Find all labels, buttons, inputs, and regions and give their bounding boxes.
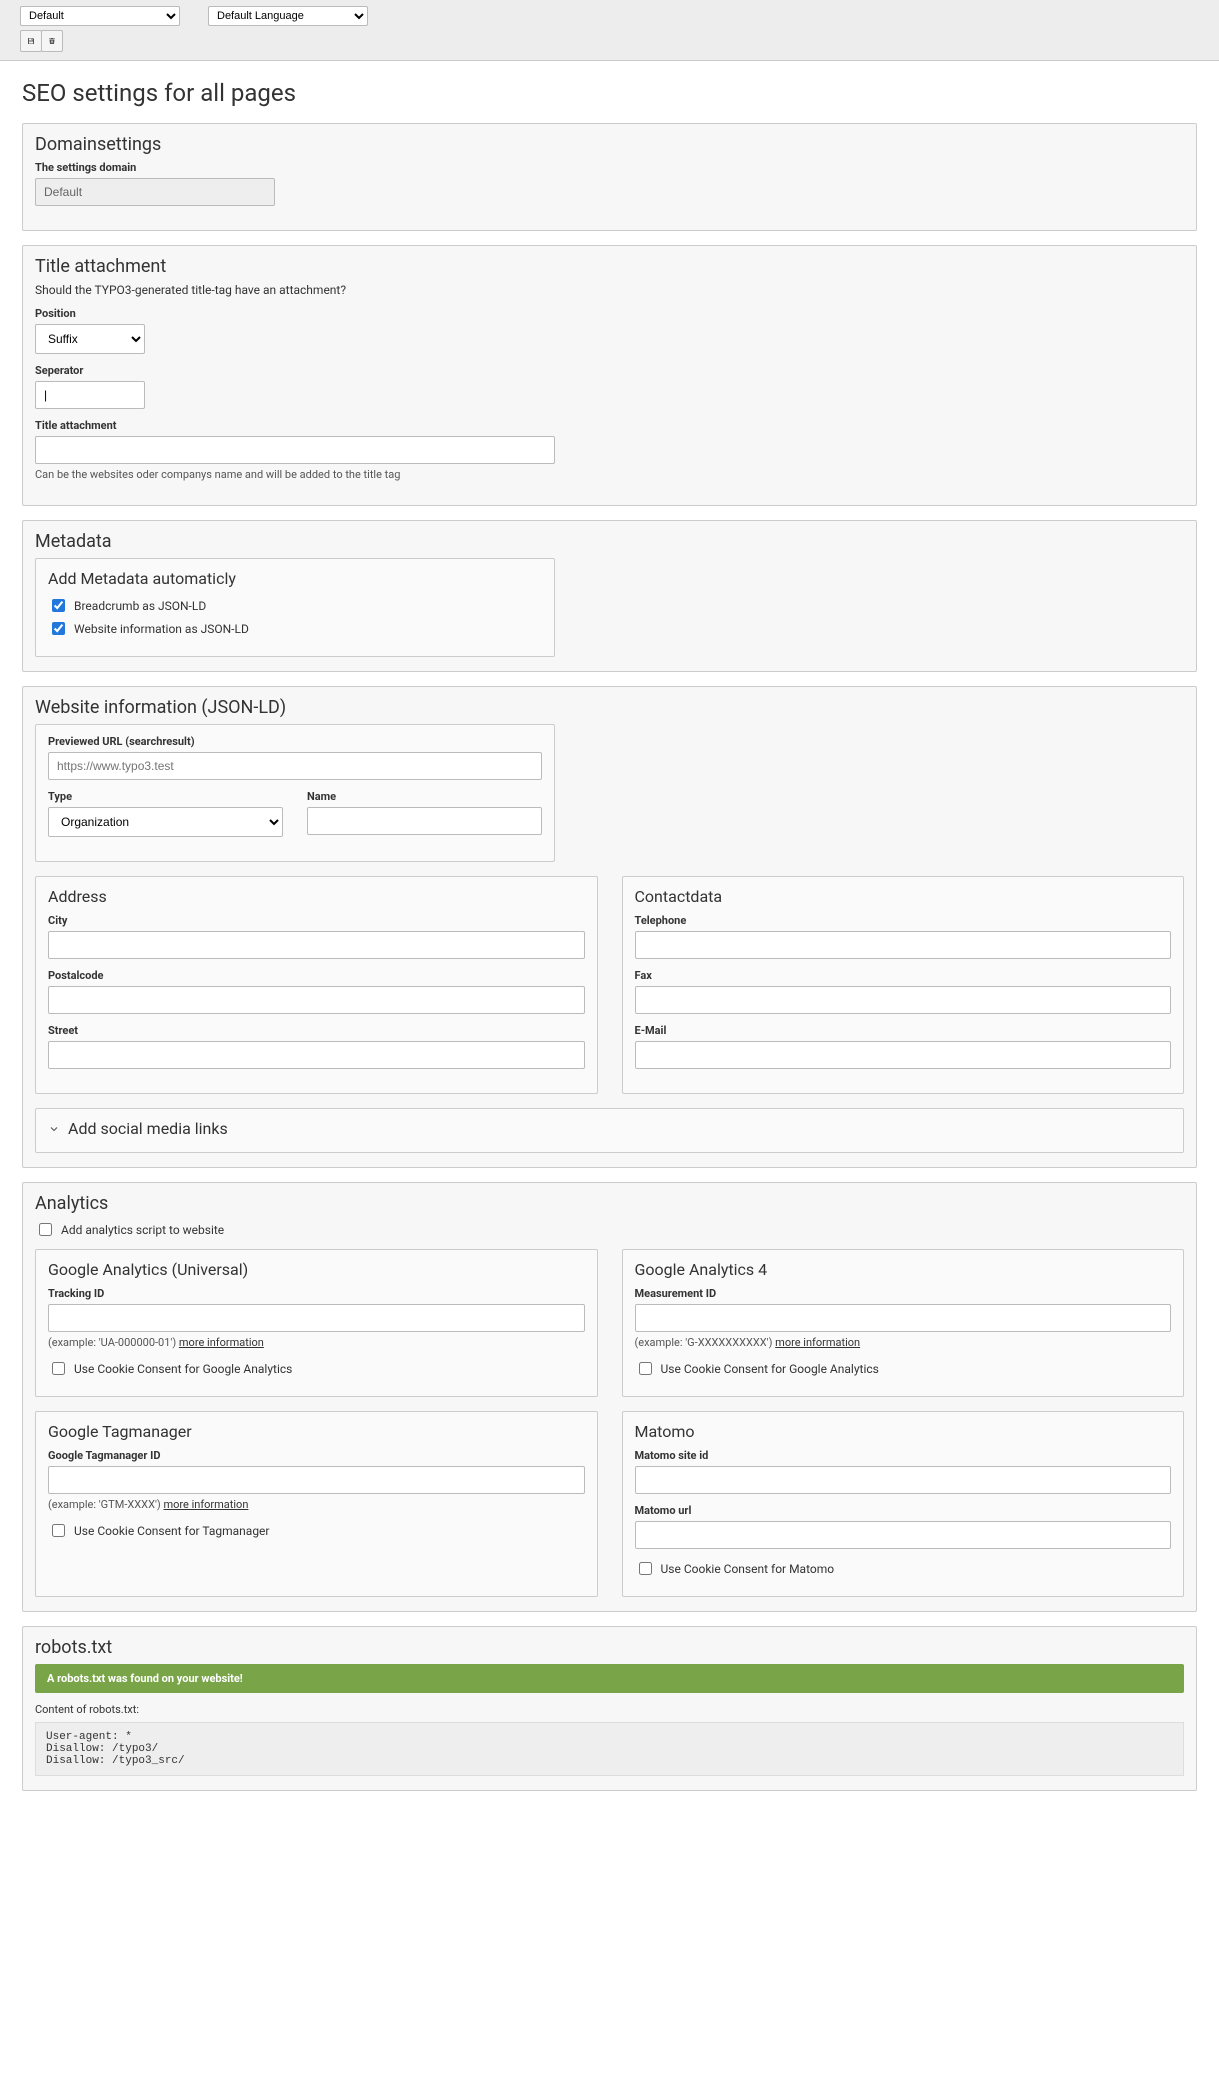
city-input[interactable] [48, 931, 585, 959]
panel-robots: robots.txt A robots.txt was found on you… [22, 1626, 1197, 1791]
ga-universal-heading: Google Analytics (Universal) [48, 1260, 585, 1279]
postal-input[interactable] [48, 986, 585, 1014]
panel-address: Address City Postalcode Street [35, 876, 598, 1094]
gtm-consent-label: Use Cookie Consent for Tagmanager [74, 1524, 269, 1538]
social-links-heading: Add social media links [68, 1119, 228, 1138]
position-select[interactable]: Suffix [35, 324, 145, 354]
matomo-site-input[interactable] [635, 1466, 1172, 1494]
matomo-heading: Matomo [635, 1422, 1172, 1441]
metadata-sub-heading: Add Metadata automaticly [48, 569, 542, 588]
phone-label: Telephone [635, 914, 1172, 927]
ga-universal-example: (example: 'UA-000000-01') [48, 1336, 176, 1349]
add-analytics-label: Add analytics script to website [61, 1223, 224, 1237]
chevron-down-icon [48, 1123, 60, 1135]
panel-matomo: Matomo Matomo site id Matomo url Use Coo… [622, 1411, 1185, 1597]
domainsettings-heading: Domainsettings [35, 134, 1184, 155]
websiteinfo-label: Website information as JSON-LD [74, 622, 249, 636]
ga4-heading: Google Analytics 4 [635, 1260, 1172, 1279]
street-label: Street [48, 1024, 585, 1037]
websiteinfo-heading: Website information (JSON-LD) [35, 697, 1184, 718]
gtm-id-input[interactable] [48, 1466, 585, 1494]
gtm-id-label: Google Tagmanager ID [48, 1449, 585, 1462]
metadata-heading: Metadata [35, 531, 1184, 552]
language-select[interactable]: Default Language [208, 6, 368, 26]
gtm-more-link[interactable]: more information [163, 1498, 248, 1511]
robots-found-alert: A robots.txt was found on your website! [35, 1664, 1184, 1693]
panel-metadata: Metadata Add Metadata automaticly Breadc… [22, 520, 1197, 672]
breadcrumb-checkbox[interactable] [52, 599, 65, 612]
name-label: Name [307, 790, 542, 803]
save-icon [27, 34, 35, 48]
position-label: Position [35, 307, 145, 320]
ga4-example: (example: 'G-XXXXXXXXXX') [635, 1336, 773, 1349]
measurement-id-input[interactable] [635, 1304, 1172, 1332]
matomo-url-input[interactable] [635, 1521, 1172, 1549]
social-links-toggle[interactable]: Add social media links [48, 1119, 1171, 1138]
breadcrumb-label: Breadcrumb as JSON-LD [74, 599, 206, 613]
separator-label: Seperator [35, 364, 145, 377]
websiteinfo-checkbox[interactable] [52, 622, 65, 635]
tracking-id-input[interactable] [48, 1304, 585, 1332]
measurement-id-label: Measurement ID [635, 1287, 1172, 1300]
ga4-more-link[interactable]: more information [775, 1336, 860, 1349]
page-title: SEO settings for all pages [22, 79, 1197, 107]
add-analytics-checkbox[interactable] [39, 1223, 52, 1236]
ga4-consent-checkbox[interactable] [639, 1362, 652, 1375]
panel-websiteinfo: Website information (JSON-LD) Previewed … [22, 686, 1197, 1168]
gtm-heading: Google Tagmanager [48, 1422, 585, 1441]
matomo-url-label: Matomo url [635, 1504, 1172, 1517]
attachment-label: Title attachment [35, 419, 555, 432]
fax-input[interactable] [635, 986, 1172, 1014]
preview-url-input[interactable] [48, 752, 542, 780]
ga4-consent-label: Use Cookie Consent for Google Analytics [661, 1362, 879, 1376]
ga-universal-consent-checkbox[interactable] [52, 1362, 65, 1375]
panel-domainsettings: Domainsettings The settings domain [22, 123, 1197, 231]
street-input[interactable] [48, 1041, 585, 1069]
analytics-heading: Analytics [35, 1193, 1184, 1214]
separator-input[interactable] [35, 381, 145, 409]
city-label: City [48, 914, 585, 927]
postal-label: Postalcode [48, 969, 585, 982]
gtm-example: (example: 'GTM-XXXX') [48, 1498, 161, 1511]
type-select[interactable]: Organization [48, 807, 283, 837]
matomo-consent-label: Use Cookie Consent for Matomo [661, 1562, 835, 1576]
robots-content: User-agent: * Disallow: /typo3/ Disallow… [35, 1722, 1184, 1776]
panel-gtm: Google Tagmanager Google Tagmanager ID (… [35, 1411, 598, 1597]
phone-input[interactable] [635, 931, 1172, 959]
panel-analytics: Analytics Add analytics script to websit… [22, 1182, 1197, 1612]
attachment-help: Can be the websites oder companys name a… [35, 468, 555, 481]
save-button[interactable] [20, 30, 42, 52]
domain-input [35, 178, 275, 206]
trash-icon [48, 34, 56, 48]
robots-heading: robots.txt [35, 1637, 1184, 1658]
domain-label: The settings domain [35, 161, 275, 174]
matomo-site-label: Matomo site id [635, 1449, 1172, 1462]
ga-universal-consent-label: Use Cookie Consent for Google Analytics [74, 1362, 292, 1376]
preview-url-label: Previewed URL (searchresult) [48, 735, 542, 748]
ga-universal-more-link[interactable]: more information [179, 1336, 264, 1349]
delete-button[interactable] [41, 30, 63, 52]
attachment-input[interactable] [35, 436, 555, 464]
panel-social-links: Add social media links [35, 1108, 1184, 1153]
robots-content-label: Content of robots.txt: [35, 1703, 1184, 1716]
panel-title-attachment: Title attachment Should the TYPO3-genera… [22, 245, 1197, 506]
address-heading: Address [48, 887, 585, 906]
matomo-consent-checkbox[interactable] [639, 1562, 652, 1575]
name-input[interactable] [307, 807, 542, 835]
tracking-id-label: Tracking ID [48, 1287, 585, 1300]
email-label: E-Mail [635, 1024, 1172, 1037]
panel-ga4: Google Analytics 4 Measurement ID (examp… [622, 1249, 1185, 1397]
type-label: Type [48, 790, 283, 803]
panel-ga-universal: Google Analytics (Universal) Tracking ID… [35, 1249, 598, 1397]
gtm-consent-checkbox[interactable] [52, 1524, 65, 1537]
top-toolbar: Default Default Language [0, 0, 1219, 61]
title-attachment-desc: Should the TYPO3-generated title-tag hav… [35, 283, 1184, 297]
panel-contactdata: Contactdata Telephone Fax E-Mail [622, 876, 1185, 1094]
fax-label: Fax [635, 969, 1172, 982]
title-attachment-heading: Title attachment [35, 256, 1184, 277]
site-select[interactable]: Default [20, 6, 180, 26]
email-input[interactable] [635, 1041, 1172, 1069]
contact-heading: Contactdata [635, 887, 1172, 906]
